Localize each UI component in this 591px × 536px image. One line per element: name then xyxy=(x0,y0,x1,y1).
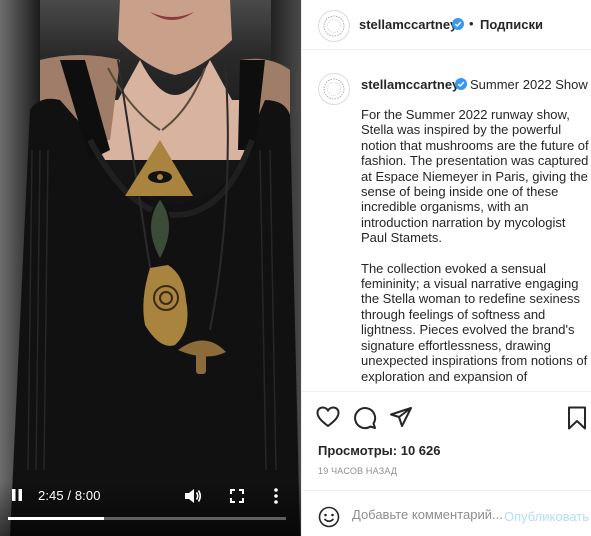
video-frame-model xyxy=(10,0,300,536)
post-header: stellamccartney • Подписки xyxy=(302,0,591,50)
caption-avatar[interactable] xyxy=(318,73,350,105)
header-username[interactable]: stellamccartney xyxy=(359,17,457,32)
video-time: 2:45 / 8:00 xyxy=(38,488,101,503)
more-vertical-icon[interactable] xyxy=(273,487,279,505)
views-number: 10 626 xyxy=(400,443,441,458)
header-separator: • xyxy=(469,16,474,31)
post-actions xyxy=(302,391,591,441)
verified-badge-icon xyxy=(452,17,464,35)
caption-username[interactable]: stellamccartney xyxy=(361,77,459,92)
heart-icon[interactable] xyxy=(316,406,340,433)
caption-paragraph: The collection evoked a sensual feminini… xyxy=(361,260,588,384)
post-panel: stellamccartney • Подписки stellamccartn… xyxy=(301,0,591,536)
fullscreen-icon[interactable] xyxy=(230,489,244,503)
verified-badge-icon xyxy=(455,77,467,95)
following-button[interactable]: Подписки xyxy=(480,17,543,32)
post-comment-button[interactable]: Опубликовать xyxy=(504,509,589,524)
timestamp[interactable]: 19 ЧАСОВ НАЗАД xyxy=(318,466,397,476)
caption-area: stellamccartney Summer 2022 Show For the… xyxy=(302,63,591,390)
caption-text: For the Summer 2022 runway show, Stella … xyxy=(361,107,589,390)
views-count: Просмотры: 10 626 xyxy=(318,443,440,458)
caption-paragraph: For the Summer 2022 runway show, Stella … xyxy=(361,107,589,246)
add-comment-section: Опубликовать xyxy=(302,490,591,536)
pause-icon[interactable] xyxy=(10,488,24,502)
video-progress-bar[interactable] xyxy=(8,517,286,520)
video-player[interactable]: 2:45 / 8:00 xyxy=(0,0,301,536)
video-progress-fill xyxy=(8,517,104,520)
volume-icon[interactable] xyxy=(184,488,202,504)
bookmark-icon[interactable] xyxy=(567,406,587,435)
caption-title: Summer 2022 Show xyxy=(470,77,588,92)
emoji-icon[interactable] xyxy=(318,506,340,533)
comment-icon[interactable] xyxy=(353,406,377,435)
views-label: Просмотры: xyxy=(318,443,398,458)
avatar[interactable] xyxy=(318,10,350,42)
comment-input[interactable] xyxy=(352,504,502,524)
share-icon[interactable] xyxy=(389,406,413,433)
